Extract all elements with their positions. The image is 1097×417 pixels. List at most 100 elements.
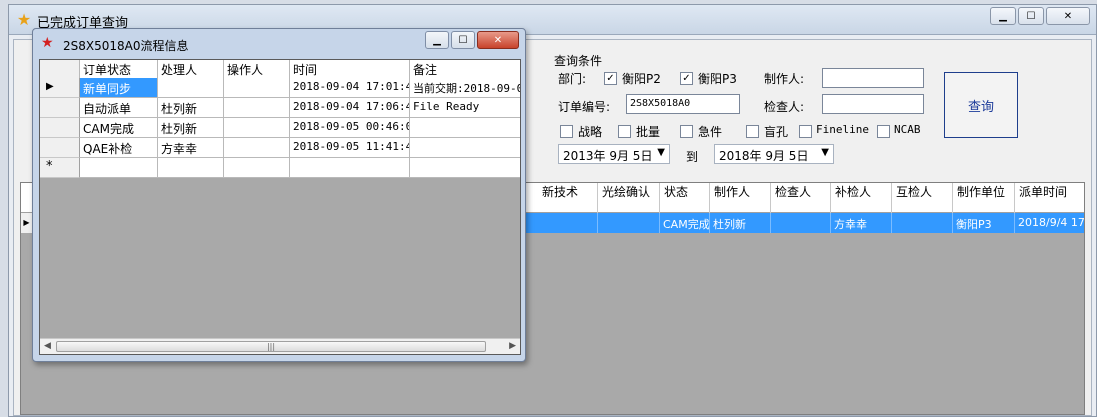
cell-remark[interactable]: File Ready — [410, 98, 520, 118]
cell-time[interactable]: 2018-09-05 00:46:02 — [290, 118, 410, 138]
date-from-value: 2013年 9月 5日 — [563, 149, 653, 163]
cell-checker[interactable] — [771, 213, 831, 233]
cell-time[interactable]: 2018-09-04 17:01:42 — [290, 78, 410, 98]
scroll-left-icon[interactable]: ◀ — [44, 341, 51, 351]
cell-handler[interactable]: 杜列新 — [158, 118, 224, 138]
cell-handler[interactable] — [158, 158, 224, 178]
checker-label: 检查人: — [764, 100, 805, 114]
close-button[interactable]: ✕ — [1046, 7, 1090, 25]
date-from-picker[interactable]: 2013年 9月 5日 ▼ — [558, 144, 670, 164]
dept-p2-checkbox[interactable]: ✓ — [604, 72, 617, 85]
dropdown-arrow-icon: ▼ — [657, 147, 665, 158]
close-icon: ✕ — [493, 34, 503, 46]
process-info-window: ★ 2S8X5018A0流程信息 ▁ ☐ ✕ 订单状态 处理人 操作人 时间 备… — [32, 28, 526, 362]
cell-time[interactable] — [290, 158, 410, 178]
cell-recheck[interactable]: 方幸幸 — [831, 213, 892, 233]
checker-input[interactable] — [822, 94, 924, 114]
popup-maximize-button[interactable]: ☐ — [451, 31, 475, 49]
row-selector[interactable] — [40, 118, 80, 138]
query-group-title: 查询条件 — [554, 54, 603, 68]
flag-strategic-checkbox[interactable] — [560, 125, 573, 138]
cell-status[interactable]: CAM完成 — [660, 213, 710, 233]
dept-p3-checkbox[interactable]: ✓ — [680, 72, 693, 85]
query-conditions-group: 查询条件 部门: ✓ 衡阳P2 ✓ 衡阳P3 制作人: 订单编号: 2S8X50… — [554, 48, 1094, 178]
process-grid[interactable]: 订单状态 处理人 操作人 时间 备注 ▶ 新单同步 2018-09-04 17:… — [39, 59, 521, 355]
col-header-recheck[interactable]: 补检人 — [831, 183, 892, 213]
flag-fineline-label: Fineline — [816, 123, 869, 136]
cell-remark[interactable] — [410, 158, 520, 178]
col-header-dispatch-time[interactable]: 派单时间 — [1015, 183, 1095, 213]
col-header-remark[interactable]: 备注 — [410, 60, 520, 78]
dept-p3-label: 衡阳P3 — [698, 72, 737, 86]
cell-time[interactable]: 2018-09-04 17:06:45 — [290, 98, 410, 118]
cell-time[interactable]: 2018-09-05 11:41:47 — [290, 138, 410, 158]
cell-operator[interactable] — [224, 118, 290, 138]
col-header-unit[interactable]: 制作单位 — [953, 183, 1015, 213]
flag-urgent-label: 急件 — [698, 125, 723, 139]
scroll-right-icon[interactable]: ▶ — [509, 341, 516, 351]
col-header-photo-confirm[interactable]: 光绘确认 — [598, 183, 660, 213]
cell-dispatch-time[interactable]: 2018/9/4 17 — [1015, 213, 1095, 233]
cell-operator[interactable] — [224, 158, 290, 178]
col-header-status[interactable]: 状态 — [660, 183, 710, 213]
popup-close-button[interactable]: ✕ — [477, 31, 519, 49]
cell-maker[interactable]: 杜列新 — [710, 213, 771, 233]
col-header-time[interactable]: 时间 — [290, 60, 410, 78]
cell-order-status[interactable]: QAE补检 — [80, 138, 158, 158]
minimize-icon: ▁ — [433, 34, 441, 46]
maximize-button[interactable]: ☐ — [1018, 7, 1044, 25]
maximize-icon: ☐ — [1026, 10, 1036, 22]
order-no-input[interactable]: 2S8X5018A0 — [626, 94, 740, 114]
cell-order-status[interactable]: 自动派单 — [80, 98, 158, 118]
cell-order-status[interactable]: CAM完成 — [80, 118, 158, 138]
col-header-new-tech[interactable]: 新技术 — [538, 183, 598, 213]
corner-cell — [40, 60, 80, 78]
row-selector[interactable] — [40, 138, 80, 158]
dept-p2-label: 衡阳P2 — [622, 72, 661, 86]
col-header-checker[interactable]: 检查人 — [771, 183, 831, 213]
row-selector-icon[interactable]: ▶ — [40, 78, 80, 98]
flag-strategic-label: 战略 — [578, 125, 603, 139]
cell-operator[interactable] — [224, 78, 290, 98]
cell-order-status[interactable] — [80, 158, 158, 178]
cell-unit[interactable]: 衡阳P3 — [953, 213, 1015, 233]
col-header-mutual-check[interactable]: 互检人 — [892, 183, 953, 213]
order-no-label: 订单编号: — [558, 100, 611, 114]
popup-minimize-button[interactable]: ▁ — [425, 31, 449, 49]
cell-handler[interactable]: 方幸幸 — [158, 138, 224, 158]
cell-new-tech[interactable] — [538, 213, 598, 233]
cell-handler[interactable] — [158, 78, 224, 98]
flag-urgent-checkbox[interactable] — [680, 125, 693, 138]
flag-ncab-checkbox[interactable] — [877, 125, 890, 138]
date-to-label: 到 — [686, 150, 699, 164]
query-button[interactable]: 查询 — [944, 72, 1018, 138]
date-to-picker[interactable]: 2018年 9月 5日 ▼ — [714, 144, 834, 164]
cell-operator[interactable] — [224, 98, 290, 118]
cell-handler[interactable]: 杜列新 — [158, 98, 224, 118]
flag-ncab-label: NCAB — [894, 123, 921, 136]
process-grid-header: 订单状态 处理人 操作人 时间 备注 — [40, 60, 520, 78]
new-row-marker[interactable]: * — [40, 158, 80, 178]
horizontal-scrollbar[interactable]: ◀ ||| ▶ — [40, 338, 520, 354]
cell-remark[interactable] — [410, 138, 520, 158]
flag-fineline-checkbox[interactable] — [799, 125, 812, 138]
flag-blind-via-checkbox[interactable] — [746, 125, 759, 138]
date-to-value: 2018年 9月 5日 — [719, 149, 809, 163]
col-header-operator[interactable]: 操作人 — [224, 60, 290, 78]
close-icon: ✕ — [1063, 10, 1073, 22]
row-selector[interactable] — [40, 98, 80, 118]
flag-batch-checkbox[interactable] — [618, 125, 631, 138]
maker-input[interactable] — [822, 68, 924, 88]
col-header-maker[interactable]: 制作人 — [710, 183, 771, 213]
cell-photo-confirm[interactable] — [598, 213, 660, 233]
cell-remark[interactable] — [410, 118, 520, 138]
col-header-handler[interactable]: 处理人 — [158, 60, 224, 78]
cell-operator[interactable] — [224, 138, 290, 158]
minimize-button[interactable]: ▁ — [990, 7, 1016, 25]
scrollbar-thumb[interactable]: ||| — [56, 341, 486, 352]
cell-remark[interactable]: 当前交期:2018-09-0 — [410, 78, 520, 98]
col-header-order-status[interactable]: 订单状态 — [80, 60, 158, 78]
cell-order-status[interactable]: 新单同步 — [80, 78, 158, 98]
maker-label: 制作人: — [764, 72, 805, 86]
cell-mutual-check[interactable] — [892, 213, 953, 233]
